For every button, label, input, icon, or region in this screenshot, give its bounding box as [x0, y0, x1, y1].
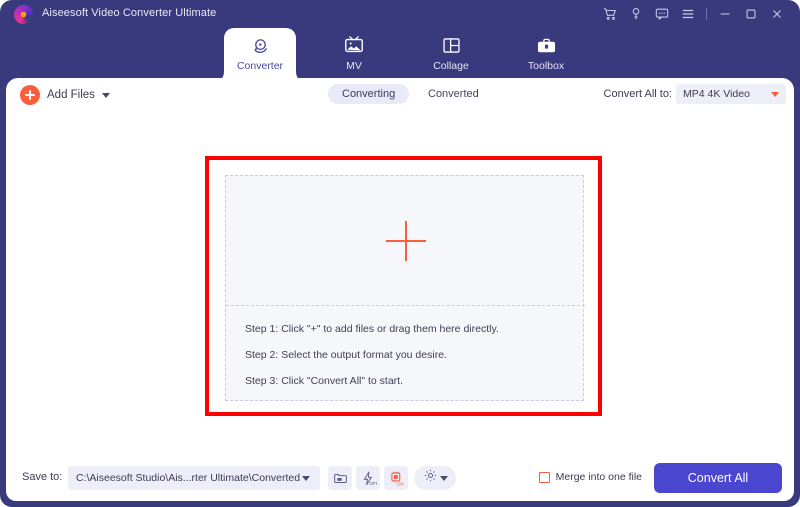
convert-all-to-label: Convert All to: — [603, 88, 672, 100]
mv-icon — [343, 33, 365, 57]
open-folder-icon[interactable] — [328, 466, 352, 490]
chevron-down-icon[interactable] — [302, 476, 310, 481]
dropzone-add-area[interactable] — [226, 176, 585, 305]
dropzone-divider — [226, 305, 585, 306]
merge-label: Merge into one file — [555, 471, 642, 483]
file-dropzone[interactable]: Step 1: Click "+" to add files or drag t… — [225, 175, 585, 401]
output-format-select[interactable]: MP4 4K Video — [676, 84, 786, 104]
titlebar-divider — [706, 8, 707, 20]
gpu-acceleration-icon[interactable]: ON — [384, 466, 408, 490]
high-speed-icon[interactable]: OFF — [356, 466, 380, 490]
tab-converted[interactable]: Converted — [414, 84, 493, 104]
output-format-value: MP4 4K Video — [683, 88, 750, 100]
add-files-label: Add Files — [47, 89, 95, 101]
svg-text:ON: ON — [396, 481, 403, 486]
tab-converting[interactable]: Converting — [328, 84, 410, 104]
tab-converter[interactable]: Converter — [224, 28, 296, 81]
caret-down-icon — [771, 92, 779, 97]
save-path-value: C:\Aiseesoft Studio\Ais...rter Ultimate\… — [76, 472, 301, 484]
settings-button[interactable] — [414, 466, 456, 490]
save-path-input[interactable]: C:\Aiseesoft Studio\Ais...rter Ultimate\… — [68, 466, 320, 490]
step-2-text: Step 2: Select the output format you des… — [245, 349, 447, 361]
chevron-down-icon[interactable] — [101, 92, 110, 98]
key-icon[interactable] — [623, 1, 649, 27]
tab-collage-label: Collage — [433, 60, 469, 72]
close-icon[interactable] — [764, 1, 790, 27]
comment-icon[interactable] — [649, 1, 675, 27]
step-3-text: Step 3: Click "Convert All" to start. — [245, 375, 404, 387]
svg-text:OFF: OFF — [369, 480, 377, 485]
settings-gear-icon — [423, 468, 438, 488]
dropzone-steps: Step 1: Click "+" to add files or drag t… — [245, 323, 499, 387]
app-title: Aiseesoft Video Converter Ultimate — [42, 7, 217, 19]
checkbox-box[interactable] — [538, 471, 550, 483]
merge-into-one-file-checkbox[interactable]: Merge into one file — [538, 471, 642, 483]
title-bar: Aiseesoft Video Converter Ultimate — [0, 0, 800, 28]
dropzone-highlight: Step 1: Click "+" to add files or drag t… — [205, 156, 602, 416]
main-panel: Add Files Converting Converted Convert A… — [6, 78, 794, 455]
step-1-text: Step 1: Click "+" to add files or drag t… — [245, 323, 499, 335]
chevron-down-icon — [439, 475, 448, 481]
toolbox-icon — [536, 33, 557, 57]
window-controls — [597, 0, 790, 28]
tab-converter-label: Converter — [236, 60, 284, 72]
tab-mv[interactable]: MV — [318, 28, 390, 78]
tab-toolbox-label: Toolbox — [527, 60, 565, 72]
bottom-bar: Save to: C:\Aiseesoft Studio\Ais...rter … — [6, 455, 794, 501]
menu-icon[interactable] — [675, 1, 701, 27]
add-files-button[interactable]: Add Files — [20, 85, 110, 105]
main-tab-bar: Converter MV Collage Toolbox — [0, 28, 800, 82]
aiseesoft-logo-icon — [14, 5, 33, 24]
collage-icon — [441, 33, 462, 57]
app-window: Aiseesoft Video Converter Ultimate Conve… — [0, 0, 800, 507]
tab-toolbox[interactable]: Toolbox — [510, 28, 582, 78]
plus-circle-icon — [20, 85, 40, 105]
tab-collage[interactable]: Collage — [415, 28, 487, 78]
tab-mv-label: MV — [346, 60, 362, 72]
maximize-icon[interactable] — [738, 1, 764, 27]
content-toolbar: Add Files Converting Converted Convert A… — [6, 78, 794, 114]
cart-icon[interactable] — [597, 1, 623, 27]
convert-all-button[interactable]: Convert All — [654, 463, 782, 493]
save-to-label: Save to: — [22, 471, 63, 483]
minimize-icon[interactable] — [712, 1, 738, 27]
converter-icon — [250, 33, 271, 57]
plus-icon[interactable] — [385, 220, 426, 261]
